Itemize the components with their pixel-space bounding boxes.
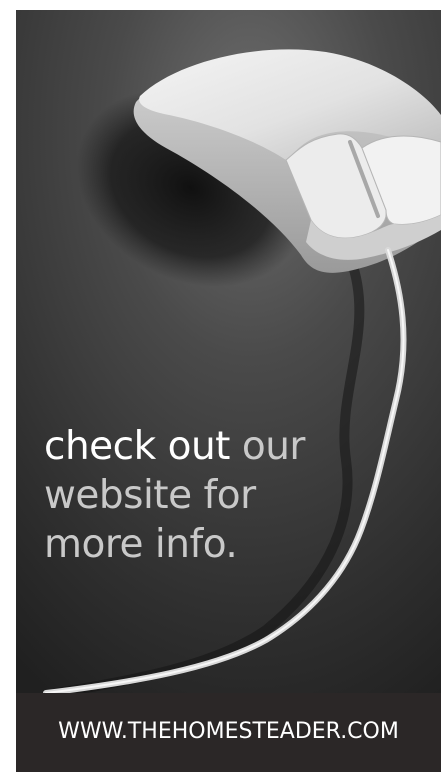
- headline: check out our website for more info.: [44, 422, 305, 569]
- advertisement: check out our website for more info. WWW…: [16, 10, 441, 772]
- footer-bar: WWW.THEHOMESTEADER.COM: [16, 693, 441, 772]
- headline-line-3: more info.: [44, 522, 238, 567]
- headline-line-1-rest: our: [229, 424, 306, 469]
- computer-mouse-photo: [16, 10, 441, 693]
- headline-line-2: website for: [44, 473, 256, 518]
- website-url-link[interactable]: WWW.THEHOMESTEADER.COM: [58, 719, 399, 744]
- headline-emphasis: check out: [44, 424, 230, 469]
- headline-line-1: check out our: [44, 422, 305, 471]
